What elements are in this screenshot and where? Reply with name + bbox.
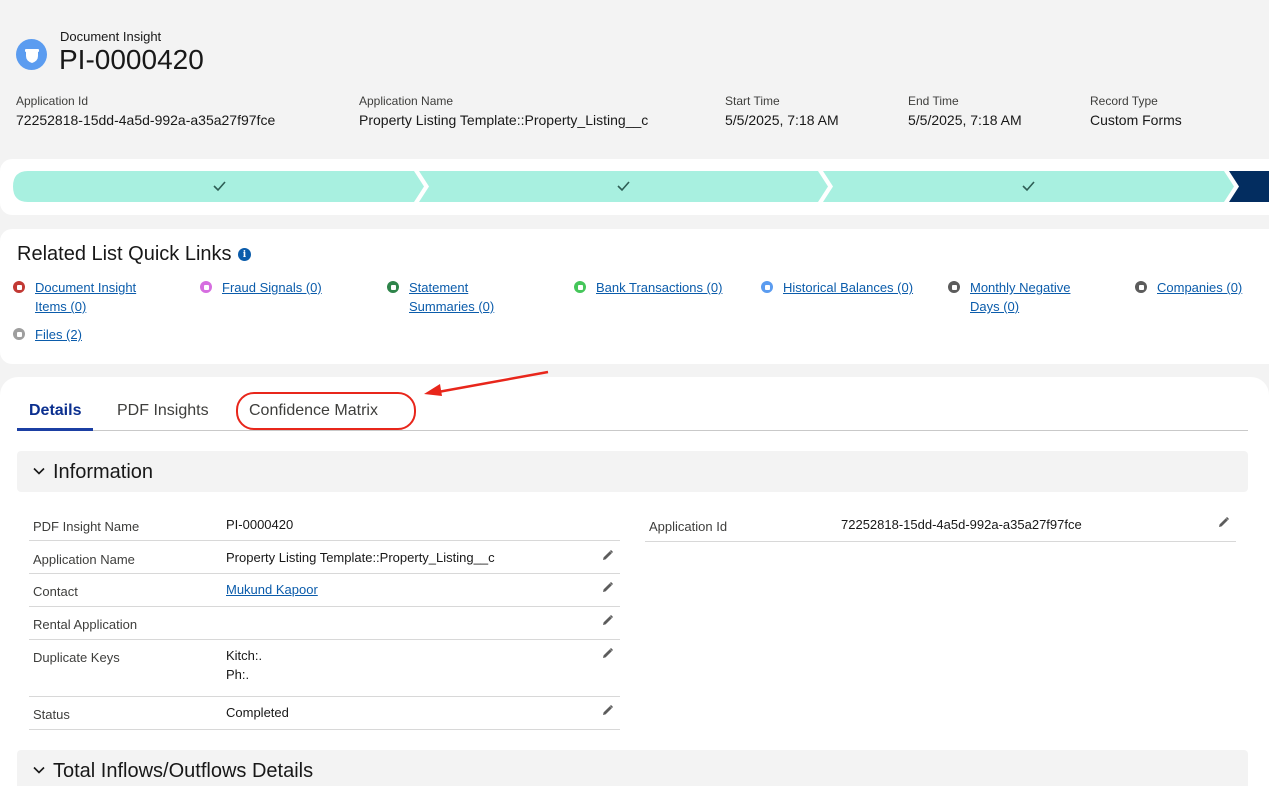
field-row-application-name: Application Name Property Listing Templa… bbox=[29, 541, 620, 574]
field-row-pdf-insight-name: PDF Insight Name PI-0000420 bbox=[29, 508, 620, 541]
field-label: Application Id bbox=[16, 94, 89, 108]
quick-link-label[interactable]: Companies (0) bbox=[1157, 278, 1242, 297]
globe-icon bbox=[761, 281, 773, 293]
related-list-quick-links: Related List Quick Links i Document Insi… bbox=[0, 229, 1269, 364]
field-label: End Time bbox=[908, 94, 959, 108]
chevron-down-icon bbox=[33, 467, 45, 475]
information-section-header[interactable]: Information bbox=[17, 451, 1248, 492]
quick-link-label[interactable]: Monthly Negative Days (0) bbox=[970, 278, 1070, 316]
tab-bar: Details PDF Insights Confidence Matrix bbox=[17, 400, 1248, 431]
field-value: PI-0000420 bbox=[226, 517, 294, 532]
header-field-end-time: End Time 5/5/2025, 7:18 AM bbox=[908, 94, 1022, 128]
edit-pencil-icon[interactable] bbox=[1217, 516, 1230, 529]
section-title: Total Inflows/Outflows Details bbox=[53, 760, 314, 782]
quick-link-document-insight-items[interactable]: Document Insight Items (0) bbox=[13, 278, 136, 316]
calendar-icon bbox=[200, 281, 212, 293]
edit-pencil-icon[interactable] bbox=[601, 614, 614, 627]
files-icon bbox=[13, 328, 25, 340]
annotation-arrow-icon bbox=[424, 370, 549, 396]
field-label: Application Name bbox=[33, 552, 135, 567]
field-row-application-id: Application Id 72252818-15dd-4a5d-992a-a… bbox=[645, 508, 1236, 542]
edit-pencil-icon[interactable] bbox=[601, 704, 614, 717]
quick-link-bank-transactions[interactable]: Bank Transactions (0) bbox=[574, 278, 722, 297]
path-step-2[interactable] bbox=[419, 171, 828, 202]
field-value: 72252818-15dd-4a5d-992a-a35a27f97fce bbox=[841, 517, 1082, 532]
field-value: Property Listing Template::Property_List… bbox=[359, 112, 649, 128]
quick-link-label[interactable]: Files (2) bbox=[35, 325, 82, 344]
field-label: Start Time bbox=[725, 94, 780, 108]
record-detail-card: Details PDF Insights Confidence Matrix I… bbox=[0, 377, 1269, 786]
status-path bbox=[13, 171, 1269, 202]
quick-link-label[interactable]: Fraud Signals (0) bbox=[222, 278, 322, 297]
document-insight-icon bbox=[16, 39, 47, 70]
quick-link-historical-balances[interactable]: Historical Balances (0) bbox=[761, 278, 913, 297]
quick-link-monthly-negative-days[interactable]: Monthly Negative Days (0) bbox=[948, 278, 1070, 316]
header-field-application-name: Application Name Property Listing Templa… bbox=[359, 94, 648, 128]
field-row-rental-application: Rental Application bbox=[29, 607, 620, 640]
triangle-icon bbox=[13, 281, 25, 293]
quick-link-companies[interactable]: Companies (0) bbox=[1135, 278, 1242, 297]
chevron-down-icon bbox=[33, 766, 45, 774]
quick-link-label[interactable]: Document Insight Items (0) bbox=[35, 278, 136, 316]
quick-links-title: Related List Quick Links bbox=[17, 243, 232, 265]
edit-pencil-icon[interactable] bbox=[601, 581, 614, 594]
annotation-highlight-oval bbox=[236, 392, 416, 430]
path-step-1[interactable] bbox=[13, 171, 424, 202]
field-row-duplicate-keys: Duplicate Keys Kitch:. Ph:. bbox=[29, 640, 620, 697]
quick-link-files[interactable]: Files (2) bbox=[13, 325, 82, 344]
section-title: Information bbox=[53, 461, 154, 483]
tab-details[interactable]: Details bbox=[29, 402, 81, 420]
contact-link[interactable]: Mukund Kapoor bbox=[226, 582, 318, 597]
field-label: Record Type bbox=[1090, 94, 1158, 108]
inflows-outflows-section-header[interactable]: Total Inflows/Outflows Details bbox=[17, 750, 1248, 786]
field-label: Application Name bbox=[359, 94, 454, 108]
quick-link-statement-summaries[interactable]: Statement Summaries (0) bbox=[387, 278, 494, 316]
note-icon bbox=[387, 281, 399, 293]
quick-link-label[interactable]: Statement Summaries (0) bbox=[409, 278, 494, 316]
edit-pencil-icon[interactable] bbox=[601, 549, 614, 562]
info-icon[interactable]: i bbox=[238, 248, 251, 261]
field-value: Completed bbox=[226, 705, 289, 720]
quick-link-label[interactable]: Historical Balances (0) bbox=[783, 278, 913, 297]
field-value: Custom Forms bbox=[1090, 112, 1182, 128]
record-header: Document Insight PI-0000420 Application … bbox=[0, 0, 1269, 160]
field-value: Kitch:. Ph:. bbox=[226, 648, 263, 682]
path-step-3[interactable] bbox=[823, 171, 1234, 202]
field-label: Application Id bbox=[649, 519, 728, 534]
object-label: Document Insight bbox=[60, 29, 162, 44]
field-label: Duplicate Keys bbox=[33, 650, 120, 665]
field-label: Contact bbox=[33, 584, 78, 599]
header-field-record-type: Record Type Custom Forms bbox=[1090, 94, 1182, 128]
field-row-contact: Contact Mukund Kapoor bbox=[29, 574, 620, 607]
record-title: PI-0000420 bbox=[59, 44, 204, 75]
header-field-start-time: Start Time 5/5/2025, 7:18 AM bbox=[725, 94, 839, 128]
path-step-current[interactable] bbox=[1229, 171, 1269, 202]
edit-pencil-icon[interactable] bbox=[601, 647, 614, 660]
tab-pdf-insights[interactable]: PDF Insights bbox=[117, 402, 209, 420]
quick-link-label[interactable]: Bank Transactions (0) bbox=[596, 278, 722, 297]
field-label: PDF Insight Name bbox=[33, 519, 140, 534]
wrench-icon bbox=[948, 281, 960, 293]
wrench-icon bbox=[1135, 281, 1147, 293]
table-icon bbox=[574, 281, 586, 293]
quick-link-fraud-signals[interactable]: Fraud Signals (0) bbox=[200, 278, 322, 297]
field-label: Rental Application bbox=[33, 617, 138, 632]
field-value: Property Listing Template::Property_List… bbox=[226, 550, 495, 565]
field-row-status: Status Completed bbox=[29, 697, 620, 730]
field-value: 5/5/2025, 7:18 AM bbox=[725, 112, 839, 128]
header-field-application-id: Application Id 72252818-15dd-4a5d-992a-a… bbox=[16, 94, 275, 128]
path-card bbox=[0, 159, 1269, 215]
field-value: 72252818-15dd-4a5d-992a-a35a27f97fce bbox=[16, 112, 276, 128]
field-label: Status bbox=[33, 707, 70, 722]
active-tab-indicator bbox=[17, 428, 93, 431]
field-value: 5/5/2025, 7:18 AM bbox=[908, 112, 1022, 128]
